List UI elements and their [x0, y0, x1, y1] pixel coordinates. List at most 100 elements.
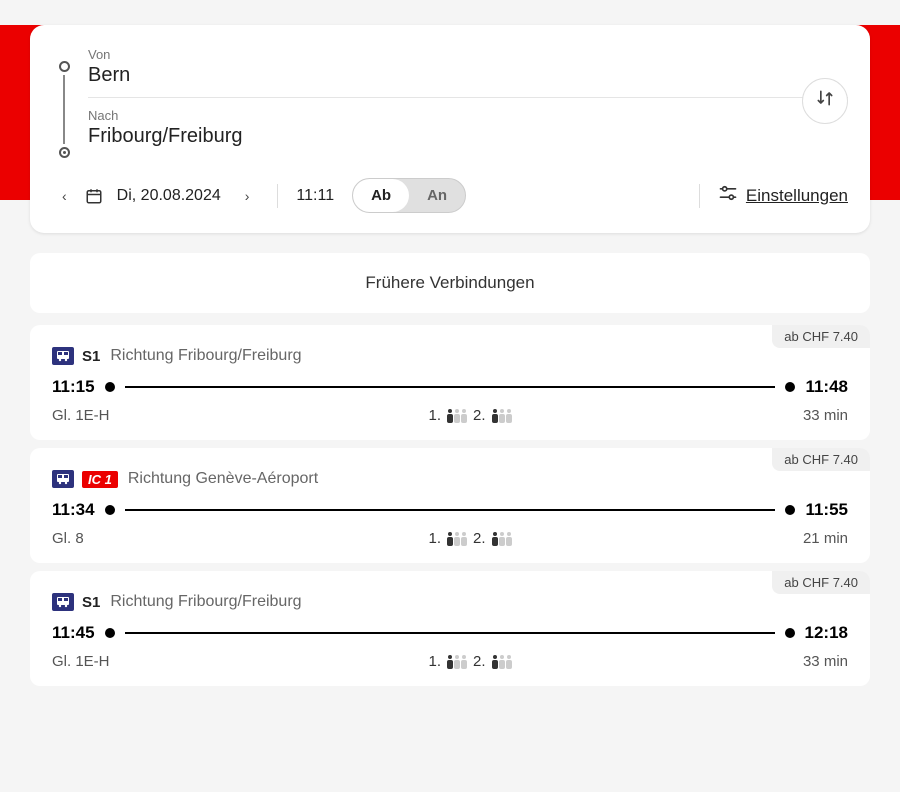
- prev-date-button[interactable]: ‹: [52, 184, 77, 208]
- swap-icon: [815, 88, 835, 114]
- person-icon: [499, 655, 505, 669]
- timeline: 11:15 11:48: [52, 377, 848, 397]
- person-icon: [499, 409, 505, 423]
- time-display[interactable]: 11:11: [296, 187, 334, 205]
- person-icon: [454, 655, 460, 669]
- person-icon: [506, 532, 512, 546]
- route-icon-column: [52, 43, 76, 158]
- direction-label: Richtung Fribourg/Freiburg: [110, 347, 301, 365]
- search-card: Von Bern Nach Fribourg/Freiburg ‹: [30, 25, 870, 233]
- person-icon: [506, 655, 512, 669]
- from-value: Bern: [88, 64, 848, 87]
- duration-label: 33 min: [728, 407, 848, 424]
- end-dot-icon: [785, 505, 795, 515]
- settings-link[interactable]: Einstellungen: [718, 184, 848, 207]
- end-dot-icon: [785, 382, 795, 392]
- platform-label: Gl. 1E-H: [52, 407, 212, 424]
- first-class-label: 1.: [428, 530, 441, 547]
- timeline-line: [125, 632, 775, 634]
- train-icon: [52, 470, 74, 488]
- timeline-line: [125, 509, 776, 511]
- first-class-label: 1.: [428, 653, 441, 670]
- connection-card[interactable]: ab CHF 7.40 S1 Richtung Fribourg/Freiburg 1…: [30, 571, 870, 686]
- separator: [699, 184, 700, 208]
- to-label: Nach: [88, 108, 848, 123]
- arrival-time: 12:18: [805, 623, 848, 643]
- person-icon: [492, 409, 498, 423]
- line-badge: IC 1: [82, 471, 118, 488]
- swap-button[interactable]: [802, 78, 848, 124]
- next-date-button[interactable]: ›: [235, 184, 260, 208]
- results-list: Frühere Verbindungen ab CHF 7.40 S1 Richtu…: [30, 253, 870, 686]
- connection-footer: Gl. 1E-H1.2.33 min: [52, 653, 848, 670]
- occupancy: 1. 2.: [212, 530, 728, 547]
- to-value: Fribourg/Freiburg: [88, 125, 848, 148]
- first-class-label: 1.: [428, 407, 441, 424]
- toggle-an[interactable]: An: [409, 179, 465, 212]
- platform-label: Gl. 1E-H: [52, 653, 212, 670]
- departure-time: 11:15: [52, 377, 95, 397]
- person-icon: [447, 655, 453, 669]
- price-tag: ab CHF 7.40: [772, 325, 870, 348]
- duration-label: 21 min: [728, 530, 848, 547]
- line-label: S1: [82, 348, 100, 365]
- start-dot-icon: [105, 382, 115, 392]
- person-icon: [506, 409, 512, 423]
- direction-label: Richtung Genève-Aéroport: [128, 470, 318, 488]
- route-fields: Von Bern Nach Fribourg/Freiburg: [88, 43, 848, 158]
- person-icon: [461, 532, 467, 546]
- platform-label: Gl. 8: [52, 530, 212, 547]
- separator: [277, 184, 278, 208]
- train-icon: [52, 593, 74, 611]
- earlier-connections-button[interactable]: Frühere Verbindungen: [30, 253, 870, 313]
- person-icon: [454, 532, 460, 546]
- connection-header: S1 Richtung Fribourg/Freiburg: [52, 593, 848, 611]
- connection-header: S1 Richtung Fribourg/Freiburg: [52, 347, 848, 365]
- person-icon: [461, 409, 467, 423]
- from-field[interactable]: Von Bern: [88, 43, 848, 97]
- train-icon: [52, 347, 74, 365]
- timeline: 11:45 12:18: [52, 623, 848, 643]
- connection-footer: Gl. 8 1. 2. 21 min: [52, 530, 848, 547]
- timeline-line: [125, 386, 776, 388]
- options-row: ‹ Di, 20.08.2024 › 11:11 Ab An: [30, 158, 870, 233]
- person-icon: [499, 532, 505, 546]
- second-class-label: 2.: [473, 530, 486, 547]
- direction-label: Richtung Fribourg/Freiburg: [110, 593, 301, 611]
- to-field[interactable]: Nach Fribourg/Freiburg: [88, 97, 848, 158]
- arrival-time: 11:48: [805, 377, 848, 397]
- connection-footer: Gl. 1E-H 1. 2. 33 min: [52, 407, 848, 424]
- settings-label: Einstellungen: [746, 186, 848, 206]
- person-icon: [447, 532, 453, 546]
- person-icon: [461, 655, 467, 669]
- person-icon: [492, 655, 498, 669]
- person-icon: [447, 409, 453, 423]
- timeline: 11:34 11:55: [52, 500, 848, 520]
- toggle-ab[interactable]: Ab: [353, 179, 409, 212]
- person-icon: [492, 532, 498, 546]
- occupancy: 1. 2.: [212, 407, 728, 424]
- calendar-icon[interactable]: [85, 187, 103, 205]
- connection-card[interactable]: ab CHF 7.40 IC 1 Richtung Genève-Aéroport 1…: [30, 448, 870, 563]
- from-label: Von: [88, 47, 848, 62]
- date-display[interactable]: Di, 20.08.2024: [117, 187, 221, 205]
- settings-icon: [718, 184, 738, 207]
- occupancy: 1.2.: [212, 653, 728, 670]
- connection-card[interactable]: ab CHF 7.40 S1 Richtung Fribourg/Freiburg 1…: [30, 325, 870, 440]
- duration-label: 33 min: [728, 653, 848, 670]
- route-connector-line: [63, 75, 65, 144]
- line-label: S1: [82, 594, 100, 611]
- price-tag: ab CHF 7.40: [772, 571, 870, 594]
- route-section: Von Bern Nach Fribourg/Freiburg: [30, 43, 870, 158]
- arrival-time: 11:55: [805, 500, 848, 520]
- departure-time: 11:34: [52, 500, 95, 520]
- start-dot-icon: [105, 505, 115, 515]
- second-class-label: 2.: [473, 407, 486, 424]
- departure-time: 11:45: [52, 623, 95, 643]
- start-dot-icon: [105, 628, 115, 638]
- price-tag: ab CHF 7.40: [772, 448, 870, 471]
- person-icon: [454, 409, 460, 423]
- end-dot-icon: [785, 628, 795, 638]
- connection-header: IC 1 Richtung Genève-Aéroport: [52, 470, 848, 488]
- destination-dot-icon: [59, 147, 70, 158]
